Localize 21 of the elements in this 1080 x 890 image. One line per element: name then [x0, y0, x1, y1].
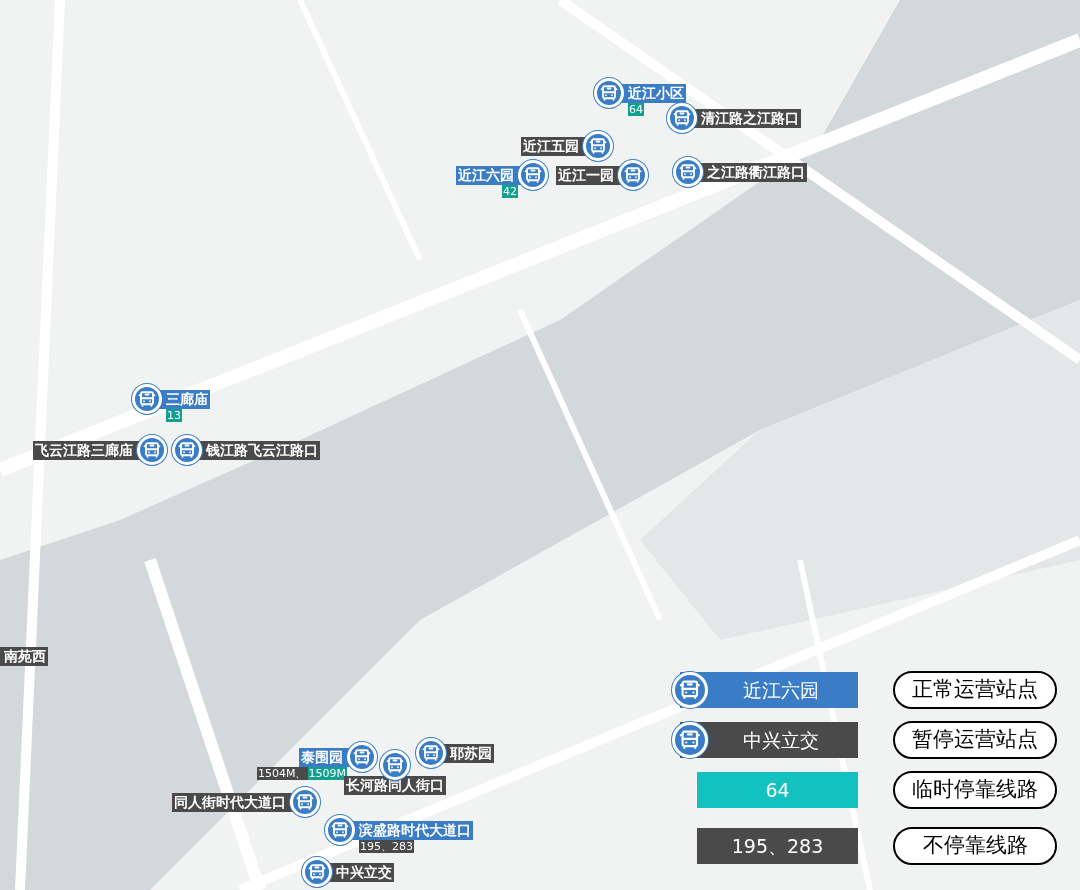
legend-sample: 64 — [697, 772, 858, 808]
legend-label: 暂停运营站点 — [893, 721, 1057, 759]
legend-label: 临时停靠线路 — [893, 771, 1057, 809]
bus-icon — [618, 160, 648, 190]
bus-icon — [594, 78, 624, 108]
bus-icon — [416, 738, 446, 768]
bus-icon — [302, 857, 332, 887]
legend-sample: 195、283 — [697, 828, 858, 864]
stop-label: 南苑西 — [0, 647, 48, 666]
bus-icon — [518, 160, 548, 190]
bus-icon — [583, 131, 613, 161]
bus-icon — [673, 157, 703, 187]
bus-icon — [290, 787, 320, 817]
bus-icon — [137, 435, 167, 465]
bus-icon — [667, 103, 697, 133]
bus-icon — [380, 750, 410, 780]
bus-icon — [172, 435, 202, 465]
legend-label: 正常运营站点 — [893, 671, 1057, 709]
bus-icon — [325, 815, 355, 845]
legend-label: 不停靠线路 — [893, 827, 1057, 865]
bus-icon — [132, 384, 162, 414]
